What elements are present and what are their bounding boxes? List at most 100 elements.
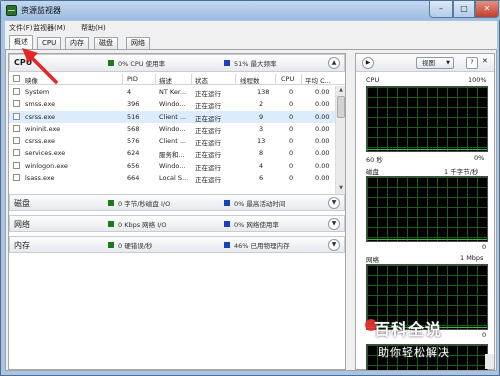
close-panel-icon[interactable]: ✕ xyxy=(482,57,488,65)
row-checkbox[interactable] xyxy=(13,149,20,157)
chevron-down-icon[interactable]: ▼ xyxy=(328,239,340,251)
column-divider xyxy=(155,74,156,84)
row-checkbox[interactable] xyxy=(13,112,20,120)
scroll-thumb[interactable] xyxy=(337,96,345,118)
cpu-graph-timespan: 60 秒 xyxy=(366,156,383,164)
cpu-graph-min: 0% xyxy=(474,154,485,162)
close-button[interactable]: ✕ xyxy=(475,1,499,18)
view-label: 视图 xyxy=(422,59,435,67)
chevron-down-icon[interactable]: ▼ xyxy=(328,197,340,209)
tab-overview[interactable]: 概述 xyxy=(9,35,33,49)
cpu-graph-max: 100% xyxy=(468,76,487,84)
scroll-down-icon[interactable]: ▼ xyxy=(337,185,345,193)
col-avg-cpu[interactable]: 平均 C... xyxy=(305,75,331,85)
column-divider xyxy=(122,74,123,84)
tab-disk[interactable]: 磁盘 xyxy=(94,37,118,49)
select-all-checkbox[interactable] xyxy=(13,75,20,82)
menu-monitor[interactable]: 监视器(M) xyxy=(33,23,66,33)
network-usage-text: 0% 网络使用率 xyxy=(234,221,279,229)
view-dropdown[interactable]: 视图 ▼ xyxy=(416,57,454,69)
process-table-header: 映像 PID 描述 状态 线程数 CPU 平均 C... xyxy=(9,73,345,85)
col-cpu[interactable]: CPU xyxy=(281,75,294,83)
disk-io-text: 0 字节/秒磁盘 I/O xyxy=(118,200,171,208)
graphs-toolbar: ▶ 视图 ▼ ? ✕ xyxy=(356,54,494,72)
table-row[interactable]: winlogon.exe 656 Windo... 正在运行 4 0 0.00 xyxy=(9,160,335,172)
menu-file[interactable]: 文件(F) xyxy=(9,23,33,33)
graph-line xyxy=(367,239,487,240)
table-row[interactable]: csrss.exe 516 Client ... 正在运行 9 0 0.00 xyxy=(9,110,335,123)
memory-faults-swatch xyxy=(108,242,114,248)
graphs-scrollbar[interactable] xyxy=(485,354,494,369)
process-list-scrollbar[interactable]: ▲ ▼ xyxy=(335,86,345,194)
title-bar[interactable]: 资源监视器 – □ ✕ xyxy=(1,1,500,20)
menu-help[interactable]: 帮助(H) xyxy=(81,23,106,33)
table-row[interactable]: lsass.exe 664 Local S... 正在运行 6 0 0.00 xyxy=(9,172,335,184)
memory-used-text: 46% 已用物理内存 xyxy=(234,242,290,250)
disk-io-swatch xyxy=(108,200,114,206)
tab-cpu[interactable]: CPU xyxy=(37,37,62,49)
window-title: 资源监视器 xyxy=(21,6,61,15)
chevron-down-icon[interactable]: ▼ xyxy=(328,218,340,230)
memory-faults-text: 0 硬错误/秒 xyxy=(118,242,153,250)
row-checkbox[interactable] xyxy=(13,100,20,108)
disk-section-header[interactable]: 磁盘 0 字节/秒磁盘 I/O 0% 最高活动时间 ▼ xyxy=(9,194,345,211)
memory-used-swatch xyxy=(224,242,230,248)
disk-graph xyxy=(366,176,488,242)
network-graph-label: 网络 xyxy=(366,256,379,264)
column-divider xyxy=(301,74,302,84)
cpu-graph-label: CPU xyxy=(366,76,380,84)
chevron-up-icon[interactable]: ▲ xyxy=(328,57,340,69)
disk-graph-max: 1 千字节/秒 xyxy=(444,168,479,176)
cpu-usage-swatch xyxy=(108,60,114,66)
row-checkbox[interactable] xyxy=(13,174,20,182)
disk-graph-label: 磁盘 xyxy=(366,168,379,176)
table-row[interactable]: System 4 NT Ker... 正在运行 138 0 0.00 xyxy=(9,86,335,98)
row-checkbox[interactable] xyxy=(13,137,20,145)
network-io-swatch xyxy=(108,221,114,227)
graph-line xyxy=(367,149,487,150)
process-list: System 4 NT Ker... 正在运行 138 0 0.00 smss.exe 396… xyxy=(9,86,335,193)
network-graph-max: 1 Mbps xyxy=(460,254,484,262)
table-row[interactable]: wininit.exe 568 Windo... 正在运行 3 0 0.00 xyxy=(9,123,335,135)
network-usage-swatch xyxy=(224,221,230,227)
row-checkbox[interactable] xyxy=(13,161,20,169)
sections-panel: CPU 0% CPU 使用率 51% 最大频率 ▲ 映像 PID 描述 状态 线… xyxy=(8,53,346,370)
chevron-down-icon: ▼ xyxy=(446,60,450,66)
column-divider xyxy=(235,74,236,84)
cpu-section-title: CPU xyxy=(14,58,33,67)
table-row[interactable]: services.exe 624 服务和... 正在运行 8 0 0.00 xyxy=(9,147,335,159)
watermark: 百科全说 助你轻松解决 xyxy=(365,316,484,368)
collapse-panel-icon[interactable]: ▶ xyxy=(362,57,374,69)
watermark-subtitle: 助你轻松解决 xyxy=(378,346,450,359)
tab-memory[interactable]: 内存 xyxy=(65,37,89,49)
cpu-section-header[interactable]: CPU 0% CPU 使用率 51% 最大频率 ▲ xyxy=(9,54,345,72)
tab-network[interactable]: 网络 xyxy=(126,37,150,49)
table-row[interactable]: smss.exe 396 Windo... 正在运行 2 0 0.00 xyxy=(9,98,335,110)
cpu-graph xyxy=(366,86,488,152)
table-row[interactable]: csrss.exe 576 Client ... 正在运行 13 0 0.00 xyxy=(9,135,335,147)
memory-section-title: 内存 xyxy=(14,241,30,250)
col-threads[interactable]: 线程数 xyxy=(240,75,260,85)
col-pid[interactable]: PID xyxy=(127,75,138,83)
cpu-usage-text: 0% CPU 使用率 xyxy=(118,60,166,68)
disk-active-swatch xyxy=(224,200,230,206)
row-checkbox[interactable] xyxy=(13,88,20,95)
network-io-text: 0 Kbps 网络 I/O xyxy=(118,221,167,229)
network-section-title: 网络 xyxy=(14,220,30,229)
network-section-header[interactable]: 网络 0 Kbps 网络 I/O 0% 网络使用率 ▼ xyxy=(9,215,345,232)
col-status[interactable]: 状态 xyxy=(195,75,208,85)
maximize-button[interactable]: □ xyxy=(453,1,475,18)
col-image[interactable]: 映像 xyxy=(25,75,38,85)
column-divider xyxy=(275,74,276,84)
cpu-freq-text: 51% 最大频率 xyxy=(234,60,277,68)
col-description[interactable]: 描述 xyxy=(159,75,172,85)
column-divider xyxy=(191,74,192,84)
memory-section-header[interactable]: 内存 0 硬错误/秒 46% 已用物理内存 ▼ xyxy=(9,236,345,253)
scroll-up-icon[interactable]: ▲ xyxy=(337,87,345,95)
row-checkbox[interactable] xyxy=(13,124,20,132)
minimize-button[interactable]: – xyxy=(429,1,453,18)
resource-monitor-icon xyxy=(6,5,17,16)
watermark-title: 百科全说 xyxy=(374,320,443,339)
disk-graph-min: 0 xyxy=(482,243,487,251)
help-icon[interactable]: ? xyxy=(466,57,478,69)
